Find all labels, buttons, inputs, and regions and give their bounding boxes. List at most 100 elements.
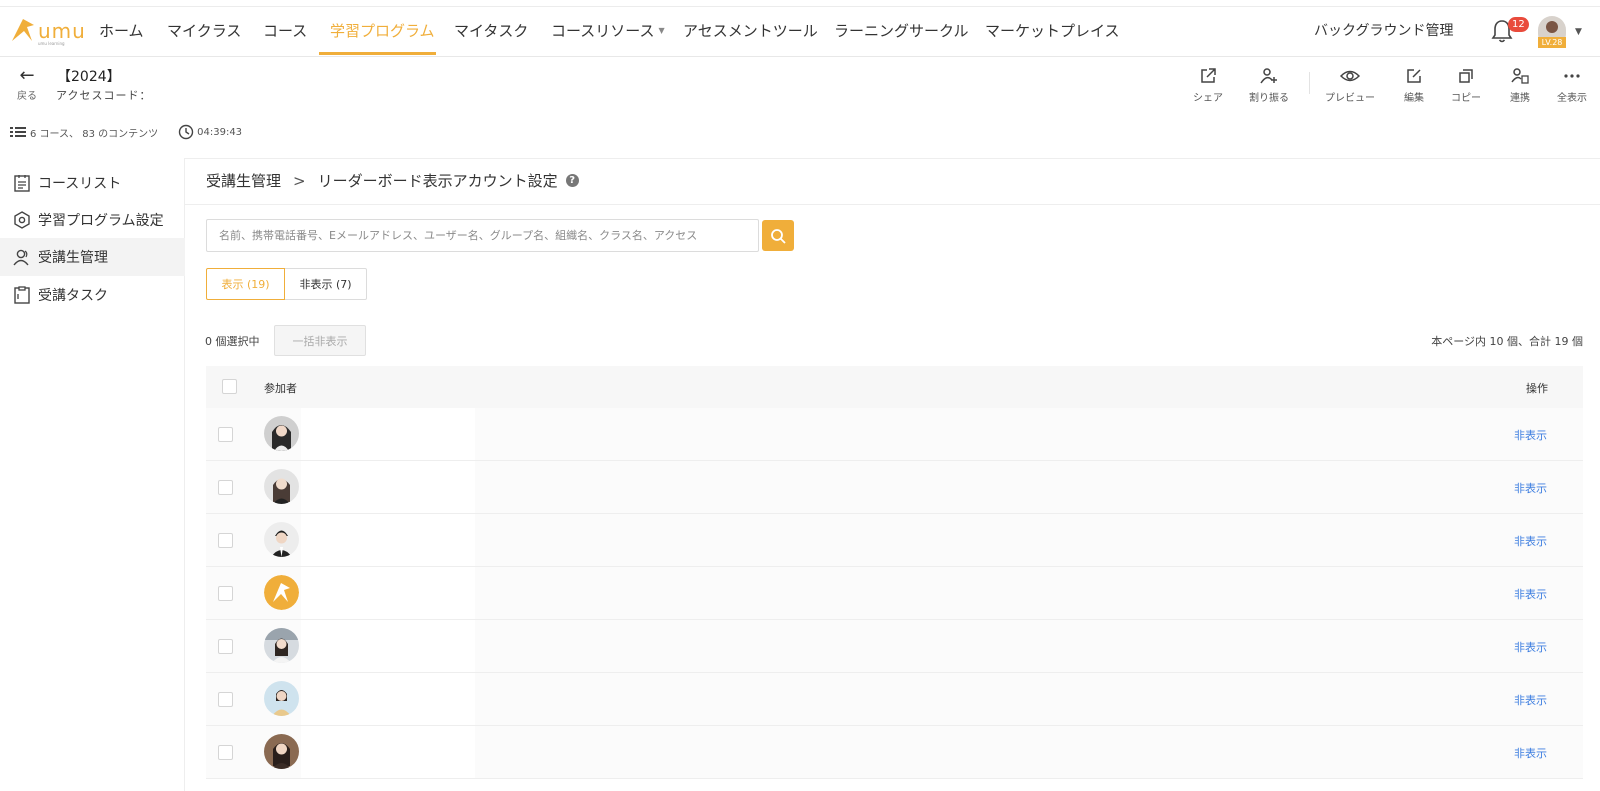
arrow-left-icon: ← [19,65,35,86]
table-header: 参加者 操作 [206,366,1583,408]
participant-avatar [264,681,299,716]
participant-avatar [264,628,299,663]
participant-avatar [264,522,299,557]
umu-logo[interactable]: umu umu learning [10,15,85,47]
nav-home[interactable]: ホーム [99,20,144,56]
toolbar-divider [1309,72,1310,94]
link-button[interactable]: 連携 [1492,66,1548,104]
user-icon [13,249,29,266]
row-checkbox[interactable] [218,533,233,548]
link-user-icon [1511,68,1529,84]
participant-name-area [301,726,475,778]
edit-button[interactable]: 編集 [1386,66,1442,104]
nav-marketplace[interactable]: マーケットプレイス [985,20,1120,56]
row-checkbox[interactable] [218,692,233,707]
total-duration: 04:39:43 [197,126,243,138]
hide-action-link[interactable]: 非表示 [1514,639,1547,655]
chevron-down-icon: ▼ [658,26,665,35]
level-badge: LV.28 [1538,37,1566,48]
hide-action-link[interactable]: 非表示 [1514,427,1547,443]
hide-action-link[interactable]: 非表示 [1514,745,1547,761]
search-button[interactable] [762,220,794,251]
share-icon [1201,68,1216,83]
hide-action-link[interactable]: 非表示 [1514,692,1547,708]
sidebar-item-label: 受講生管理 [38,250,108,266]
edit-label: 編集 [1404,93,1424,104]
search-icon [771,228,786,244]
sidebar-item-course-list[interactable]: コースリスト [0,164,185,202]
participant-avatar [264,416,299,451]
course-count: 6 コース、 83 のコンテンツ [30,128,159,140]
top-border [0,6,1600,7]
participant-name-area [301,408,475,460]
background-management-link[interactable]: バックグラウンド管理 [1314,20,1453,40]
share-button[interactable]: シェア [1180,66,1236,104]
show-all-button[interactable]: 全表示 [1544,66,1600,104]
row-checkbox[interactable] [218,745,233,760]
table-row: 非表示 [206,514,1583,567]
breadcrumb-parent[interactable]: 受講生管理 [206,170,281,191]
participant-name-area [301,514,475,566]
bulk-hide-button[interactable]: 一括非表示 [274,325,366,356]
row-checkbox[interactable] [218,427,233,442]
search-input[interactable] [206,219,759,252]
tab-shown[interactable]: 表示 (19) [206,268,285,300]
copy-icon [1459,69,1473,83]
clipboard-icon [14,286,30,304]
nav-assessment-tool[interactable]: アセスメントツール [683,20,818,56]
back-label: 戻る [17,91,37,102]
sidebar-item-label: コースリスト [38,176,122,192]
participant-avatar [264,734,299,769]
list-icon [14,175,30,192]
row-checkbox[interactable] [218,480,233,495]
sidebar: コースリスト 学習プログラム設定 受講生管理 受講タスク [0,158,185,791]
assign-button[interactable]: 割り振る [1241,66,1297,104]
select-all-checkbox[interactable] [222,379,237,394]
brand-tagline: umu learning [38,41,65,46]
settings-icon [14,211,30,229]
avatar-dropdown-icon[interactable]: ▼ [1575,27,1582,37]
preview-label: プレビュー [1325,93,1375,104]
hide-action-link[interactable]: 非表示 [1514,480,1547,496]
more-icon [1564,74,1580,78]
table-row: 非表示 [206,673,1583,726]
program-title: 【2024】 [57,69,121,85]
row-checkbox[interactable] [218,639,233,654]
participant-avatar [264,469,299,504]
nav-my-class[interactable]: マイクラス [167,20,241,56]
breadcrumb-current: リーダーボード表示アカウント設定 [317,172,558,190]
copy-button[interactable]: コピー [1438,66,1494,104]
participant-name-area [301,673,475,725]
hide-action-link[interactable]: 非表示 [1514,586,1547,602]
sidebar-item-program-settings[interactable]: 学習プログラム設定 [0,201,185,239]
main-top-border [185,158,1600,159]
table-row: 非表示 [206,620,1583,673]
show-all-label: 全表示 [1557,93,1587,104]
list-icon [10,127,26,137]
notification-badge: 12 [1508,17,1529,32]
selected-count: 0 個選択中 [205,335,260,348]
back-button[interactable]: ← 戻る [14,65,40,103]
nav-learning-circle[interactable]: ラーニングサークル [834,20,969,56]
nav-learning-program[interactable]: 学習プログラム [330,20,435,56]
sidebar-item-label: 学習プログラム設定 [38,213,164,229]
top-navbar: umu umu learning ホーム マイクラス コース 学習プログラム マ… [0,0,1600,57]
preview-button[interactable]: プレビュー [1322,66,1378,104]
nav-course[interactable]: コース [263,20,307,56]
sidebar-item-student-task[interactable]: 受講タスク [0,276,185,314]
participant-avatar [264,575,299,610]
table-row: 非表示 [206,461,1583,514]
breadcrumb-divider [185,204,1600,205]
table-row: 非表示 [206,567,1583,620]
nav-course-resource[interactable]: コースリソース ▼ [551,20,665,56]
hide-action-link[interactable]: 非表示 [1514,533,1547,549]
sidebar-item-label: 受講タスク [38,288,108,304]
tab-hidden[interactable]: 非表示 (7) [285,268,367,300]
nav-my-task[interactable]: マイタスク [454,20,528,56]
row-checkbox[interactable] [218,586,233,601]
sidebar-item-student-management[interactable]: 受講生管理 [0,238,185,276]
umu-logo-icon [12,19,34,41]
help-icon[interactable]: ? [565,174,579,187]
table-row: 非表示 [206,408,1583,461]
participant-name-area [301,620,475,672]
